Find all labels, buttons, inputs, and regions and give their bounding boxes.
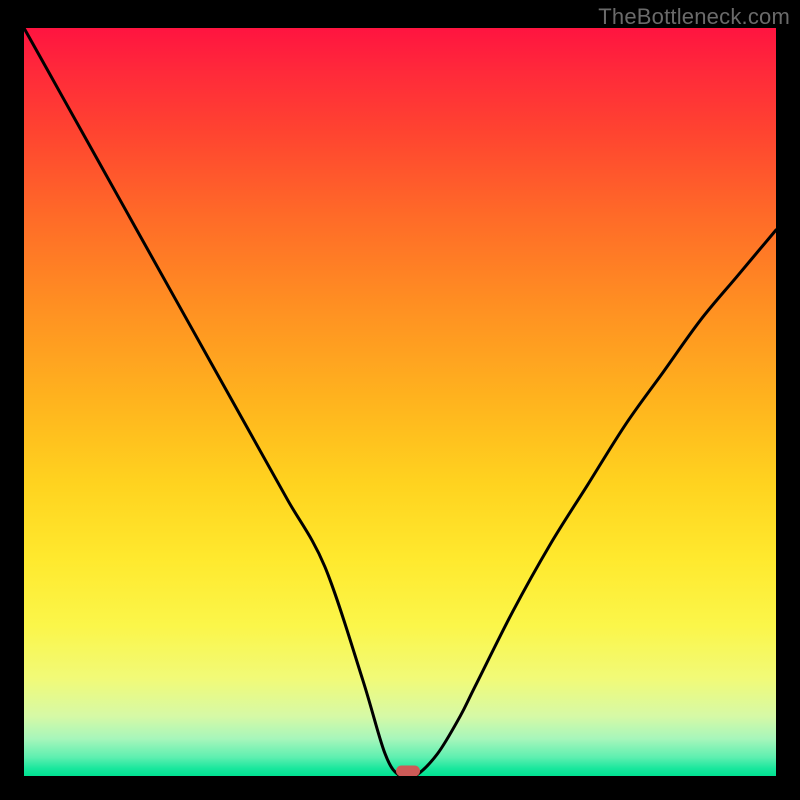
minimum-marker [396, 766, 420, 777]
chart-frame: TheBottleneck.com [0, 0, 800, 800]
plot-area [24, 28, 776, 776]
bottleneck-curve [24, 28, 776, 776]
watermark-text: TheBottleneck.com [598, 4, 790, 30]
